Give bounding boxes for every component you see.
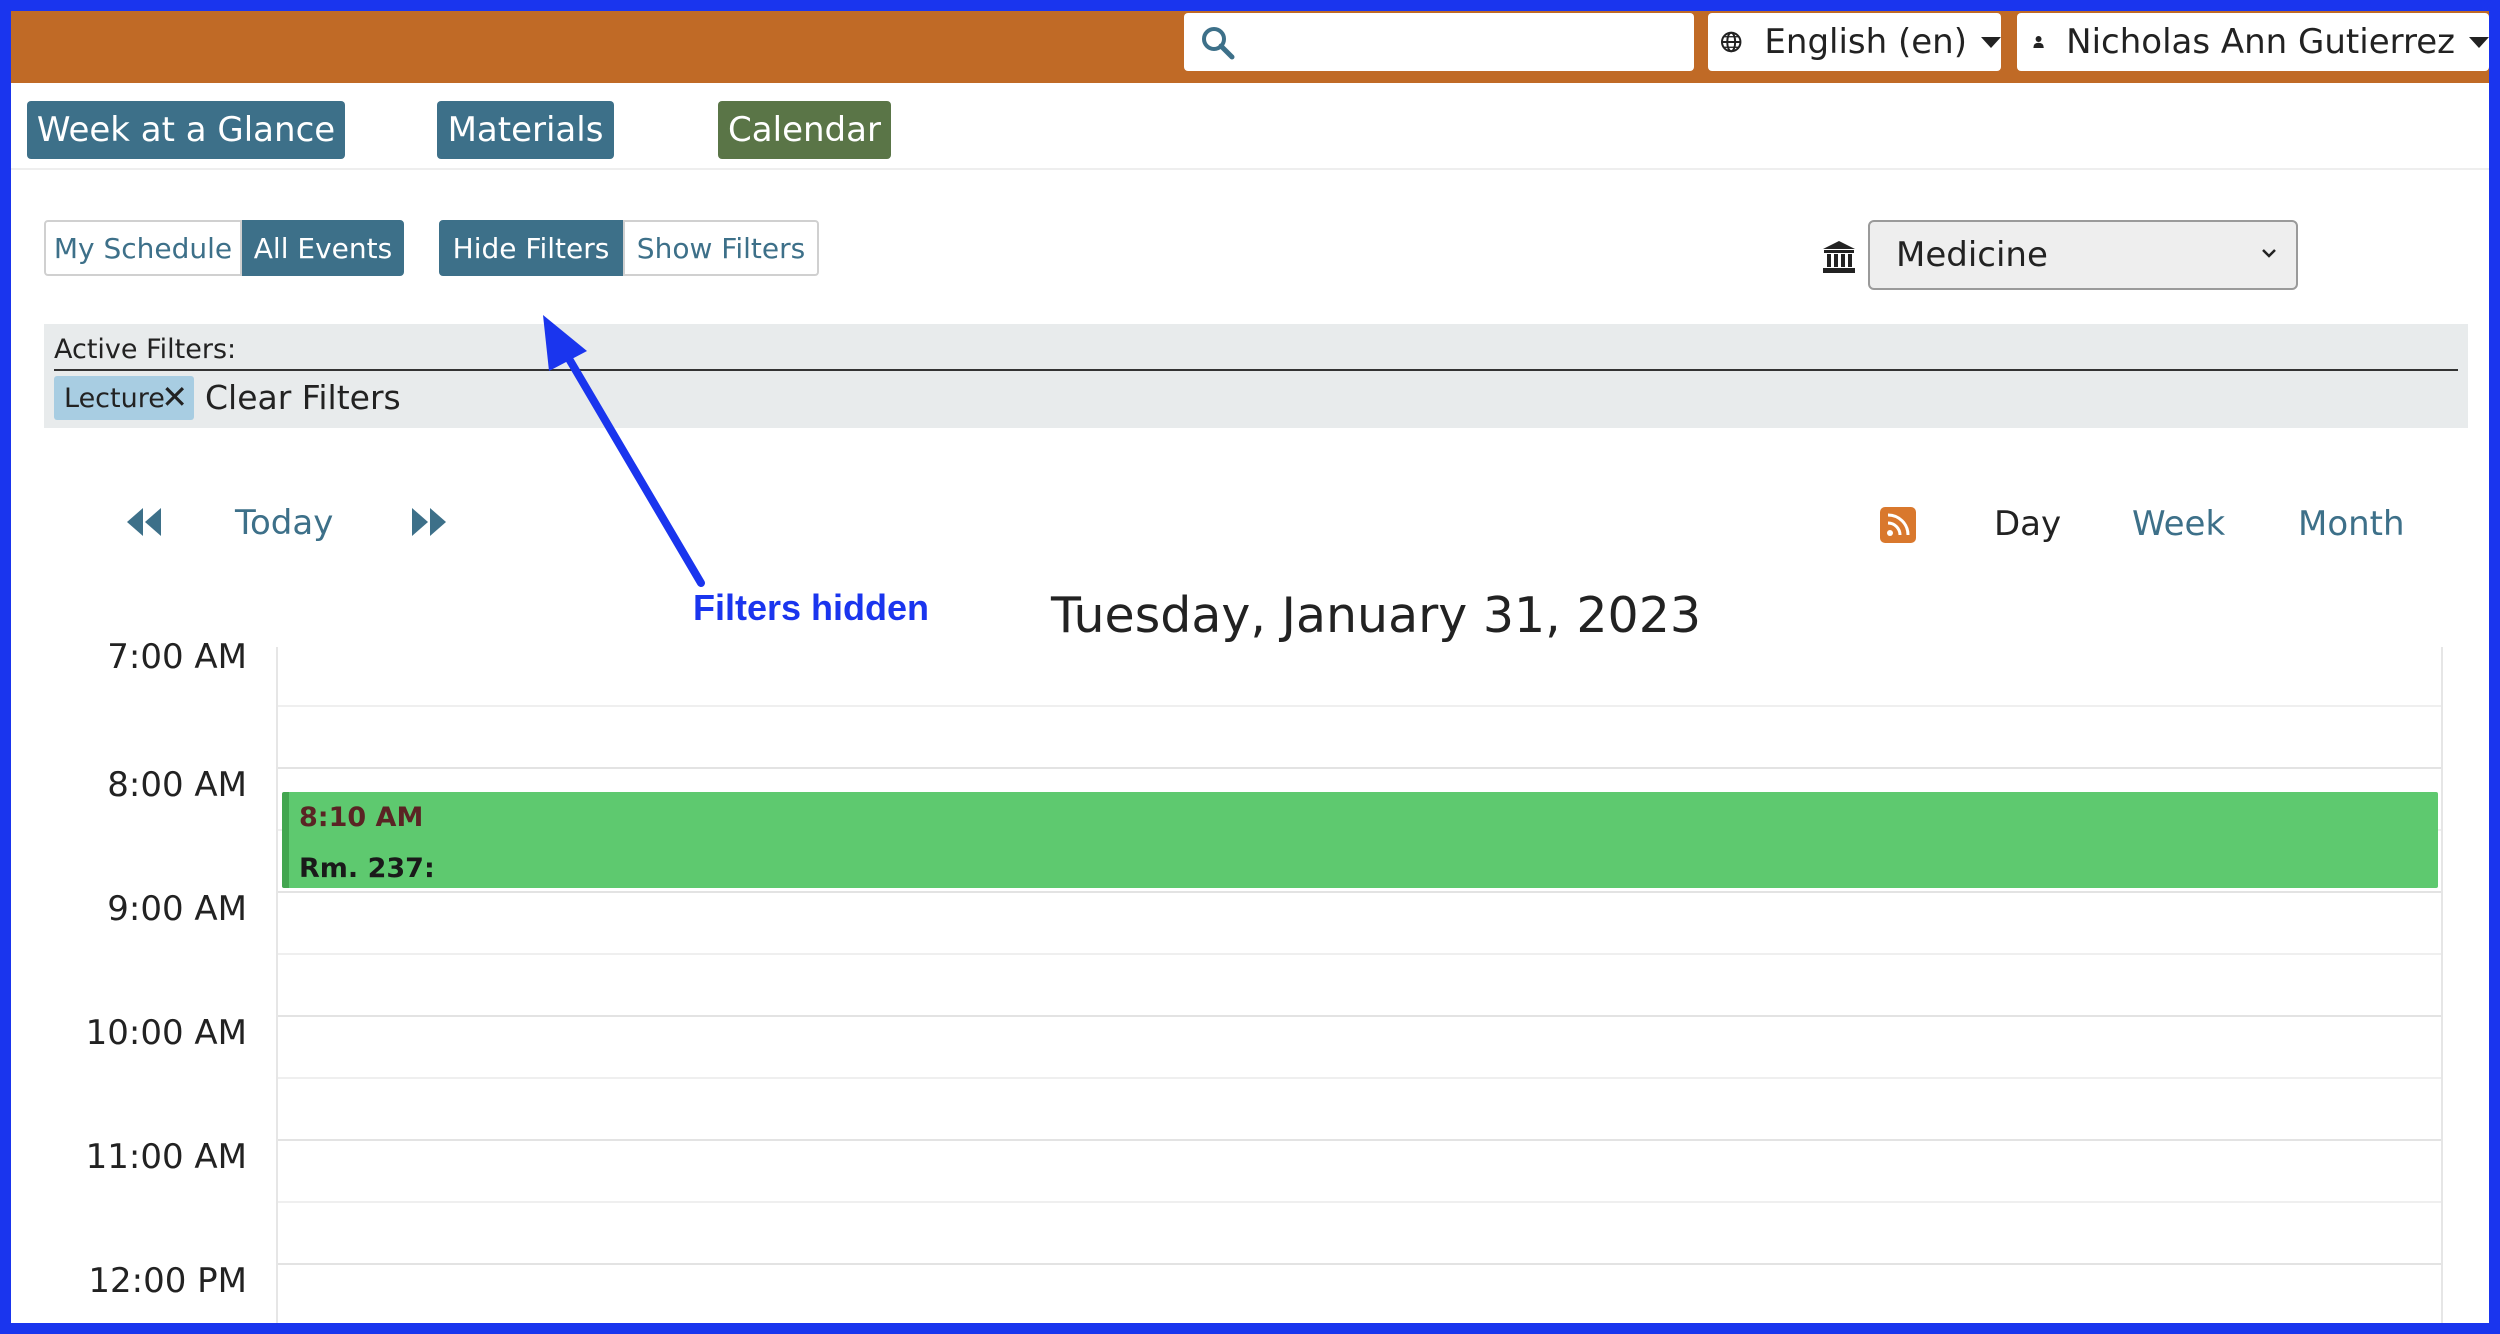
event-location: Rm. 237:: [299, 853, 435, 884]
nav-divider: [11, 168, 2489, 170]
view-month-button[interactable]: Month: [2298, 504, 2405, 544]
user-menu-dropdown[interactable]: Nicholas Ann Gutierrez: [2017, 13, 2489, 71]
calendar-date-title: Tuesday, January 31, 2023: [1051, 587, 1702, 644]
screenshot-frame: English (en) Nicholas Ann Gutierrez Week…: [0, 0, 2500, 1334]
hour-line: [278, 1015, 2441, 1017]
schedule-toggle: My Schedule All Events: [44, 220, 404, 276]
filter-chip-label: Lecture: [64, 382, 165, 414]
filter-chip[interactable]: Lecture ✕: [54, 376, 194, 420]
half-hour-line: [278, 1077, 2441, 1079]
week-at-a-glance-tab[interactable]: Week at a Glance: [27, 101, 345, 159]
active-filters-panel: Active Filters: Lecture ✕ Clear Filters: [44, 324, 2468, 428]
hour-label: 12:00 PM: [88, 1261, 247, 1301]
filters-divider: [54, 369, 2458, 371]
clear-filters-link[interactable]: Clear Filters: [205, 378, 401, 417]
half-hour-line: [278, 1325, 2441, 1327]
my-schedule-button[interactable]: My Schedule: [44, 220, 242, 276]
language-label: English (en): [1764, 22, 1967, 62]
hour-line: [278, 1263, 2441, 1265]
event-time: 8:10 AM: [299, 802, 424, 833]
chevron-down-icon: [2262, 249, 2276, 258]
all-events-button[interactable]: All Events: [242, 220, 404, 276]
institution-select[interactable]: Medicine: [1868, 220, 2298, 290]
calendar-event[interactable]: 8:10 AM Rm. 237:: [282, 792, 2438, 888]
rewind-icon[interactable]: [125, 502, 165, 542]
search-icon: [1202, 27, 1235, 60]
user-icon: [2033, 36, 2044, 48]
hour-line: [278, 891, 2441, 893]
materials-tab[interactable]: Materials: [437, 101, 614, 159]
institution-selected-value: Medicine: [1896, 235, 2048, 275]
chevron-down-icon: [1981, 36, 2001, 48]
annotation-arrow: [543, 315, 705, 587]
show-filters-button[interactable]: Show Filters: [623, 220, 819, 276]
search-input[interactable]: [1184, 13, 1694, 71]
hour-label: 8:00 AM: [107, 765, 247, 805]
active-filters-title: Active Filters:: [54, 334, 237, 365]
hour-label: 9:00 AM: [107, 889, 247, 929]
rss-icon: [1887, 513, 1910, 536]
hide-filters-button[interactable]: Hide Filters: [439, 220, 623, 276]
hour-line: [278, 767, 2441, 769]
view-day-button[interactable]: Day: [1994, 504, 2061, 544]
hour-label: 7:00 AM: [107, 637, 247, 677]
hour-label: 11:00 AM: [85, 1137, 247, 1177]
top-bar: English (en) Nicholas Ann Gutierrez: [11, 11, 2489, 83]
today-button[interactable]: Today: [235, 503, 333, 543]
view-week-button[interactable]: Week: [2132, 504, 2225, 544]
filters-toggle: Hide Filters Show Filters: [439, 220, 819, 276]
user-name: Nicholas Ann Gutierrez: [2066, 22, 2455, 62]
chevron-down-icon: [2469, 36, 2489, 48]
fast-forward-icon[interactable]: [408, 502, 448, 542]
hour-label: 10:00 AM: [85, 1013, 247, 1053]
half-hour-line: [278, 705, 2441, 707]
half-hour-line: [278, 1201, 2441, 1203]
institution-icon: [1823, 241, 1855, 273]
half-hour-line: [278, 953, 2441, 955]
calendar-tab[interactable]: Calendar: [718, 101, 891, 159]
day-time-grid[interactable]: 8:10 AM Rm. 237:: [276, 647, 2443, 1327]
globe-icon: [1720, 31, 1742, 53]
close-icon[interactable]: ✕: [161, 378, 188, 416]
language-dropdown[interactable]: English (en): [1708, 13, 2001, 71]
hour-line: [278, 1139, 2441, 1141]
rss-feed-button[interactable]: [1880, 507, 1916, 543]
annotation-label: Filters hidden: [693, 587, 930, 628]
